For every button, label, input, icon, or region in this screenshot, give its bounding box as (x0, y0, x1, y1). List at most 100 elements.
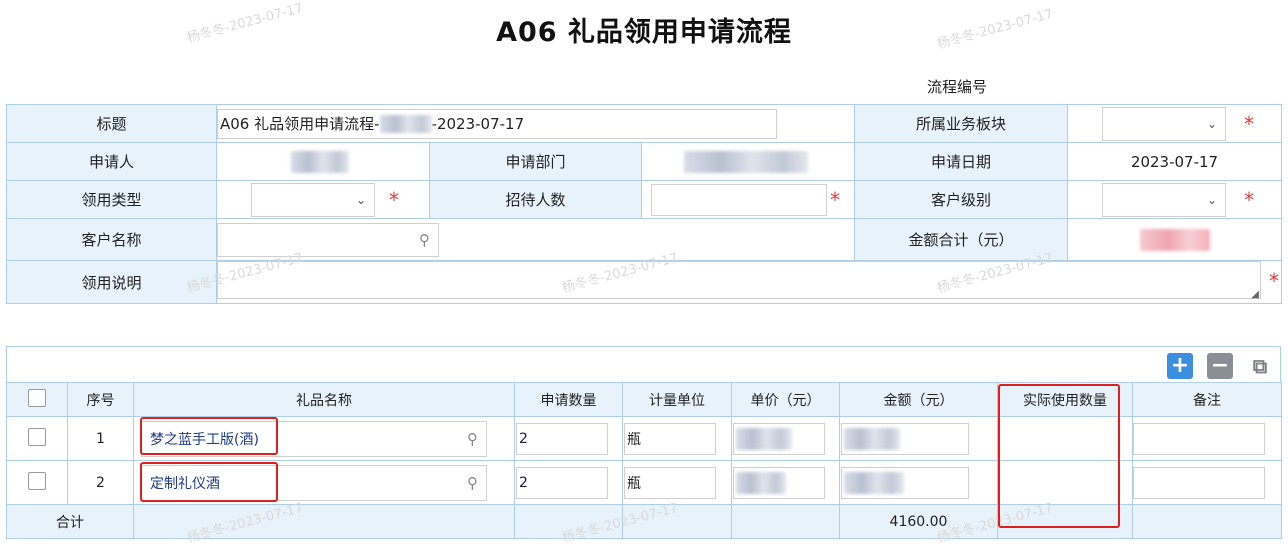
required-mark: * (1244, 111, 1254, 136)
summary-empty (514, 504, 623, 539)
redacted-amount-total (1139, 228, 1210, 251)
title-date-text: -2023-07-17 (431, 114, 525, 133)
summary-empty (133, 504, 515, 539)
row-select-cell (6, 416, 68, 461)
amount-input[interactable] (841, 422, 969, 455)
copy-icon[interactable]: ⧉ (1247, 353, 1273, 379)
row-checkbox[interactable] (28, 427, 46, 446)
gift-detail-table: 序号 礼品名称 申请数量 计量单位 单价（元） 金额（元） 实际使用数量 备注 … (6, 382, 1282, 539)
dept-label: 申请部门 (429, 142, 642, 181)
select-all-checkbox[interactable] (28, 388, 46, 407)
redacted-price (736, 471, 786, 494)
row-select-cell (6, 460, 68, 505)
redacted-amount (844, 427, 900, 450)
column-header: 计量单位 (622, 382, 732, 417)
column-header: 序号 (67, 382, 134, 417)
column-header: 礼品名称 (133, 382, 515, 417)
required-mark: * (389, 187, 399, 212)
summary-empty (997, 504, 1133, 539)
redacted-price (736, 427, 792, 450)
gift-name-input[interactable]: 定制礼仪酒 ⚲ (141, 464, 487, 501)
redacted-department (684, 150, 808, 173)
desc-cell: ◢ * (216, 260, 1282, 304)
main-form: 标题 A06 礼品领用申请流程- -2023-07-17 所属业务板块 ⌄ * … (6, 104, 1282, 304)
column-header: 金额（元） (839, 382, 998, 417)
qty-cell: 2 (514, 460, 623, 505)
actual-qty-cell[interactable] (997, 416, 1133, 461)
client-level-label: 客户级别 (854, 180, 1068, 219)
chevron-down-icon: ⌄ (355, 192, 366, 207)
summary-amount: 4160.00 (839, 504, 998, 539)
business-cell: ⌄ * (1067, 104, 1282, 143)
amount-input[interactable] (841, 466, 969, 499)
type-label: 领用类型 (6, 180, 217, 219)
redacted-name (379, 114, 432, 133)
gift-name-text: 定制礼仪酒 (150, 475, 220, 492)
required-mark: * (1269, 269, 1279, 293)
page-title: A06 礼品领用申请流程 (496, 17, 792, 48)
minus-icon[interactable]: − (1207, 353, 1233, 379)
desc-textarea[interactable] (217, 261, 1261, 299)
qty-input[interactable]: 2 (516, 422, 608, 455)
client-name-label: 客户名称 (6, 218, 217, 261)
summary-row: 合计 4160.00 (6, 504, 1282, 539)
title-input[interactable]: A06 礼品领用申请流程- -2023-07-17 (217, 108, 777, 139)
search-icon[interactable]: ⚲ (467, 430, 478, 448)
qty-cell: 2 (514, 416, 623, 461)
row-number: 1 (67, 416, 134, 461)
business-select[interactable]: ⌄ (1102, 106, 1226, 141)
summary-empty (622, 504, 732, 539)
business-label: 所属业务板块 (854, 104, 1068, 143)
gift-name-text: 梦之蓝手工版(酒) (150, 431, 259, 448)
search-icon[interactable]: ⚲ (467, 474, 478, 492)
redacted-amount (844, 471, 904, 494)
amount-total-label: 金额合计（元） (854, 218, 1068, 261)
remark-cell (1132, 416, 1282, 461)
column-header: 实际使用数量 (997, 382, 1133, 417)
row-checkbox[interactable] (28, 471, 46, 490)
client-level-cell: ⌄ * (1067, 180, 1282, 219)
applicant-cell (216, 142, 430, 181)
remark-input[interactable] (1133, 466, 1265, 499)
required-mark: * (1244, 187, 1254, 212)
title-text: A06 礼品领用申请流程- (220, 115, 380, 133)
column-header: 申请数量 (514, 382, 623, 417)
column-header: 备注 (1132, 382, 1282, 417)
apply-date-label: 申请日期 (854, 142, 1068, 181)
applicant-label: 申请人 (6, 142, 217, 181)
chevron-down-icon: ⌄ (1206, 116, 1217, 131)
qty-input[interactable]: 2 (516, 466, 608, 499)
client-name-input[interactable]: ⚲ (217, 222, 439, 257)
amount-cell (839, 460, 998, 505)
dept-cell (641, 142, 855, 181)
remark-input[interactable] (1133, 422, 1265, 455)
client-level-select[interactable]: ⌄ (1102, 182, 1226, 217)
process-number-label: 流程编号 (927, 78, 988, 96)
search-icon[interactable]: ⚲ (419, 231, 430, 249)
gift-name-cell: 定制礼仪酒 ⚲ (133, 460, 515, 505)
actual-qty-cell[interactable] (997, 460, 1133, 505)
unit-input[interactable]: 瓶 (624, 422, 716, 455)
client-name-cell: ⚲ (216, 218, 855, 261)
type-select[interactable]: ⌄ (251, 182, 375, 217)
select-all-cell (6, 382, 68, 417)
row-number: 2 (67, 460, 134, 505)
gift-name-input[interactable]: 梦之蓝手工版(酒) ⚲ (141, 420, 487, 457)
amount-total-cell (1067, 218, 1282, 261)
redacted-applicant (291, 150, 349, 173)
resize-handle-icon[interactable]: ◢ (1251, 289, 1259, 300)
chevron-down-icon: ⌄ (1206, 192, 1217, 207)
unit-cell: 瓶 (622, 416, 732, 461)
title-label: 标题 (6, 104, 217, 143)
gift-name-cell: 梦之蓝手工版(酒) ⚲ (133, 416, 515, 461)
price-cell (731, 416, 840, 461)
unit-input[interactable]: 瓶 (624, 466, 716, 499)
plus-icon[interactable]: + (1167, 353, 1193, 379)
required-mark: * (830, 187, 840, 212)
guests-input[interactable] (651, 183, 827, 216)
price-input[interactable] (733, 422, 825, 455)
title-cell: A06 礼品领用申请流程- -2023-07-17 (216, 104, 855, 143)
table-row: 2 定制礼仪酒 ⚲ 2 瓶 (6, 460, 1282, 505)
price-input[interactable] (733, 466, 825, 499)
detail-toolbar: + − ⧉ (6, 346, 1281, 383)
